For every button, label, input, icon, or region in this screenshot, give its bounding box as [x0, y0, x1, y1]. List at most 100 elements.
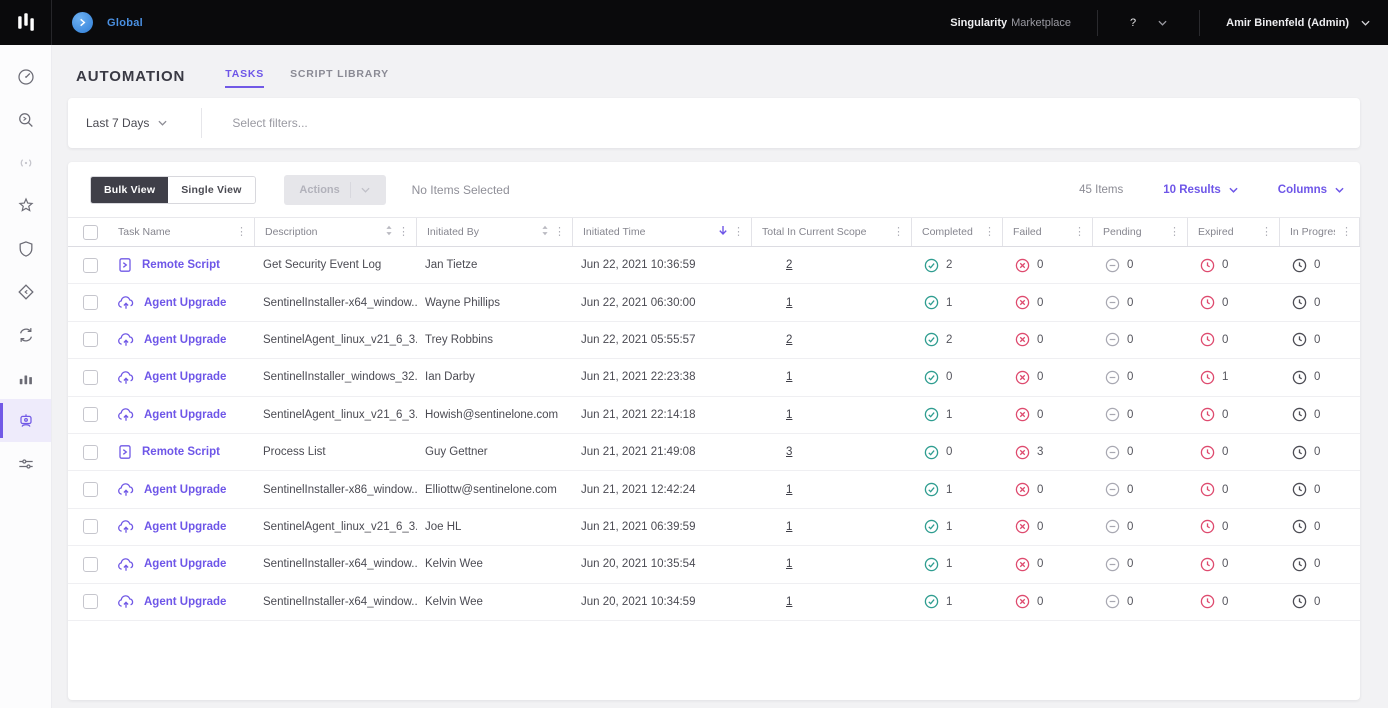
total-in-scope-link[interactable]: 3 — [786, 446, 792, 458]
column-menu-icon[interactable]: ⋮ — [893, 226, 904, 238]
total-in-scope-link[interactable]: 1 — [786, 596, 792, 608]
initiated-by: Howish@sentinelone.com — [425, 408, 559, 421]
sidebar-item-reports[interactable] — [0, 356, 51, 399]
row-checkbox[interactable] — [83, 295, 98, 311]
actions-button[interactable]: Actions — [283, 175, 386, 205]
column-header-expired[interactable]: Expired ⋮ — [1188, 218, 1280, 246]
column-header-total-in-current-scope[interactable]: Total In Current Scope ⋮ — [752, 218, 912, 246]
task-name-link[interactable]: Remote Script — [142, 259, 220, 271]
sentinelone-logo[interactable] — [0, 0, 52, 45]
table-row[interactable]: Agent Upgrade SentinelInstaller_windows_3… — [68, 359, 1360, 397]
table-row[interactable]: Agent Upgrade SentinelInstaller-x64_windo… — [68, 584, 1360, 621]
sort-desc-icon[interactable] — [718, 223, 728, 241]
tab-tasks[interactable]: TASKS — [225, 68, 265, 88]
column-menu-icon[interactable]: ⋮ — [733, 226, 744, 238]
table-row[interactable]: Agent Upgrade SentinelAgent_linux_v21_6_3… — [68, 322, 1360, 360]
column-menu-icon[interactable]: ⋮ — [236, 226, 247, 238]
task-name-link[interactable]: Agent Upgrade — [144, 334, 226, 346]
columns-dropdown[interactable]: Columns — [1278, 184, 1344, 196]
column-menu-icon[interactable]: ⋮ — [398, 226, 409, 238]
filter-bar: Last 7 Days Select filters... — [68, 98, 1360, 148]
total-in-scope-link[interactable]: 2 — [786, 334, 792, 346]
sidebar-item-settings[interactable] — [0, 442, 51, 485]
row-checkbox[interactable] — [83, 482, 98, 498]
in-progress-icon — [1292, 594, 1307, 609]
column-header-in-progress[interactable]: In Progress ⋮ — [1280, 218, 1360, 246]
sidebar-item-protection[interactable] — [0, 227, 51, 270]
column-header-initiated-time[interactable]: Initiated Time ⋮ — [573, 218, 752, 246]
task-name-link[interactable]: Agent Upgrade — [144, 558, 226, 570]
total-in-scope-link[interactable]: 1 — [786, 409, 792, 421]
select-all-checkbox[interactable] — [83, 224, 98, 240]
row-checkbox[interactable] — [83, 257, 98, 273]
header-checkbox-cell — [68, 218, 108, 246]
row-checkbox[interactable] — [83, 407, 98, 423]
marketplace-link[interactable]: Singularity Marketplace — [950, 17, 1097, 29]
column-header-description[interactable]: Description ⋮ — [255, 218, 417, 246]
task-name-link[interactable]: Agent Upgrade — [144, 484, 226, 496]
row-checkbox[interactable] — [83, 594, 98, 610]
row-checkbox[interactable] — [83, 556, 98, 572]
column-header-pending[interactable]: Pending ⋮ — [1093, 218, 1188, 246]
task-name-link[interactable]: Agent Upgrade — [144, 371, 226, 383]
table-row[interactable]: Agent Upgrade SentinelAgent_linux_v21_6_3… — [68, 397, 1360, 434]
sidebar-item-sentinels[interactable] — [0, 184, 51, 227]
column-header-task-name[interactable]: Task Name ⋮ — [108, 218, 255, 246]
column-menu-icon[interactable]: ⋮ — [984, 226, 995, 238]
time-range-dropdown[interactable]: Last 7 Days — [86, 116, 201, 130]
help-menu[interactable]: ? — [1098, 17, 1199, 29]
total-in-scope-link[interactable]: 1 — [786, 371, 792, 383]
total-in-scope-link[interactable]: 1 — [786, 558, 792, 570]
column-menu-icon[interactable]: ⋮ — [1341, 226, 1352, 238]
table-row[interactable]: Remote Script Process List Guy Gettner Jun … — [68, 434, 1360, 472]
sidebar-item-dashboard[interactable] — [0, 55, 51, 98]
column-header-failed[interactable]: Failed ⋮ — [1003, 218, 1093, 246]
single-view-button[interactable]: Single View — [168, 177, 255, 203]
column-menu-icon[interactable]: ⋮ — [554, 226, 565, 238]
actions-divider — [349, 182, 351, 198]
user-menu[interactable]: Amir Binenfeld (Admin) — [1200, 17, 1370, 29]
column-menu-icon[interactable]: ⋮ — [1074, 226, 1085, 238]
task-name-link[interactable]: Agent Upgrade — [144, 596, 226, 608]
total-in-scope-link[interactable]: 1 — [786, 484, 792, 496]
table-row[interactable]: Agent Upgrade SentinelInstaller-x86_windo… — [68, 471, 1360, 509]
column-menu-icon[interactable]: ⋮ — [1169, 226, 1180, 238]
task-name-link[interactable]: Agent Upgrade — [144, 409, 226, 421]
column-menu-icon[interactable]: ⋮ — [1261, 226, 1272, 238]
row-checkbox[interactable] — [83, 519, 98, 535]
sort-icon[interactable] — [385, 223, 393, 241]
sidebar-item-network[interactable] — [0, 141, 51, 184]
filter-input[interactable]: Select filters... — [202, 116, 1342, 130]
sort-icon[interactable] — [541, 223, 549, 241]
table-row[interactable]: Agent Upgrade SentinelInstaller-x64_windo… — [68, 284, 1360, 322]
task-name-link[interactable]: Agent Upgrade — [144, 521, 226, 533]
sidebar-item-updates[interactable] — [0, 313, 51, 356]
sidebar-item-automation[interactable] — [0, 399, 51, 442]
task-name-link[interactable]: Remote Script — [142, 446, 220, 458]
task-name-link[interactable]: Agent Upgrade — [144, 297, 226, 309]
sidebar-item-deep-visibility[interactable] — [0, 98, 51, 141]
total-in-scope-link[interactable]: 2 — [786, 259, 792, 271]
column-header-completed[interactable]: Completed ⋮ — [912, 218, 1003, 246]
total-in-scope-link[interactable]: 1 — [786, 521, 792, 533]
sidebar-item-rogues[interactable] — [0, 270, 51, 313]
table-row[interactable]: Agent Upgrade SentinelInstaller-x64_windo… — [68, 546, 1360, 584]
task-description: SentinelInstaller-x64_window... — [263, 595, 417, 608]
in-progress-count: 0 — [1314, 595, 1321, 608]
completed-icon — [924, 482, 939, 497]
scope-selector[interactable]: Global — [72, 12, 143, 33]
row-checkbox[interactable] — [83, 332, 98, 348]
total-in-scope-link[interactable]: 1 — [786, 297, 792, 309]
expired-count: 0 — [1222, 446, 1229, 459]
row-checkbox[interactable] — [83, 369, 98, 385]
results-dropdown[interactable]: 10 Results — [1163, 184, 1238, 196]
table-row[interactable]: Remote Script Get Security Event Log Jan T… — [68, 247, 1360, 285]
initiated-by: Wayne Phillips — [425, 296, 500, 309]
initiated-time: Jun 22, 2021 05:55:57 — [581, 333, 696, 346]
row-checkbox[interactable] — [83, 444, 98, 460]
failed-icon — [1015, 370, 1030, 385]
table-row[interactable]: Agent Upgrade SentinelAgent_linux_v21_6_3… — [68, 509, 1360, 547]
column-header-initiated-by[interactable]: Initiated By ⋮ — [417, 218, 573, 246]
bulk-view-button[interactable]: Bulk View — [91, 177, 169, 203]
tab-script-library[interactable]: SCRIPT LIBRARY — [290, 68, 389, 88]
